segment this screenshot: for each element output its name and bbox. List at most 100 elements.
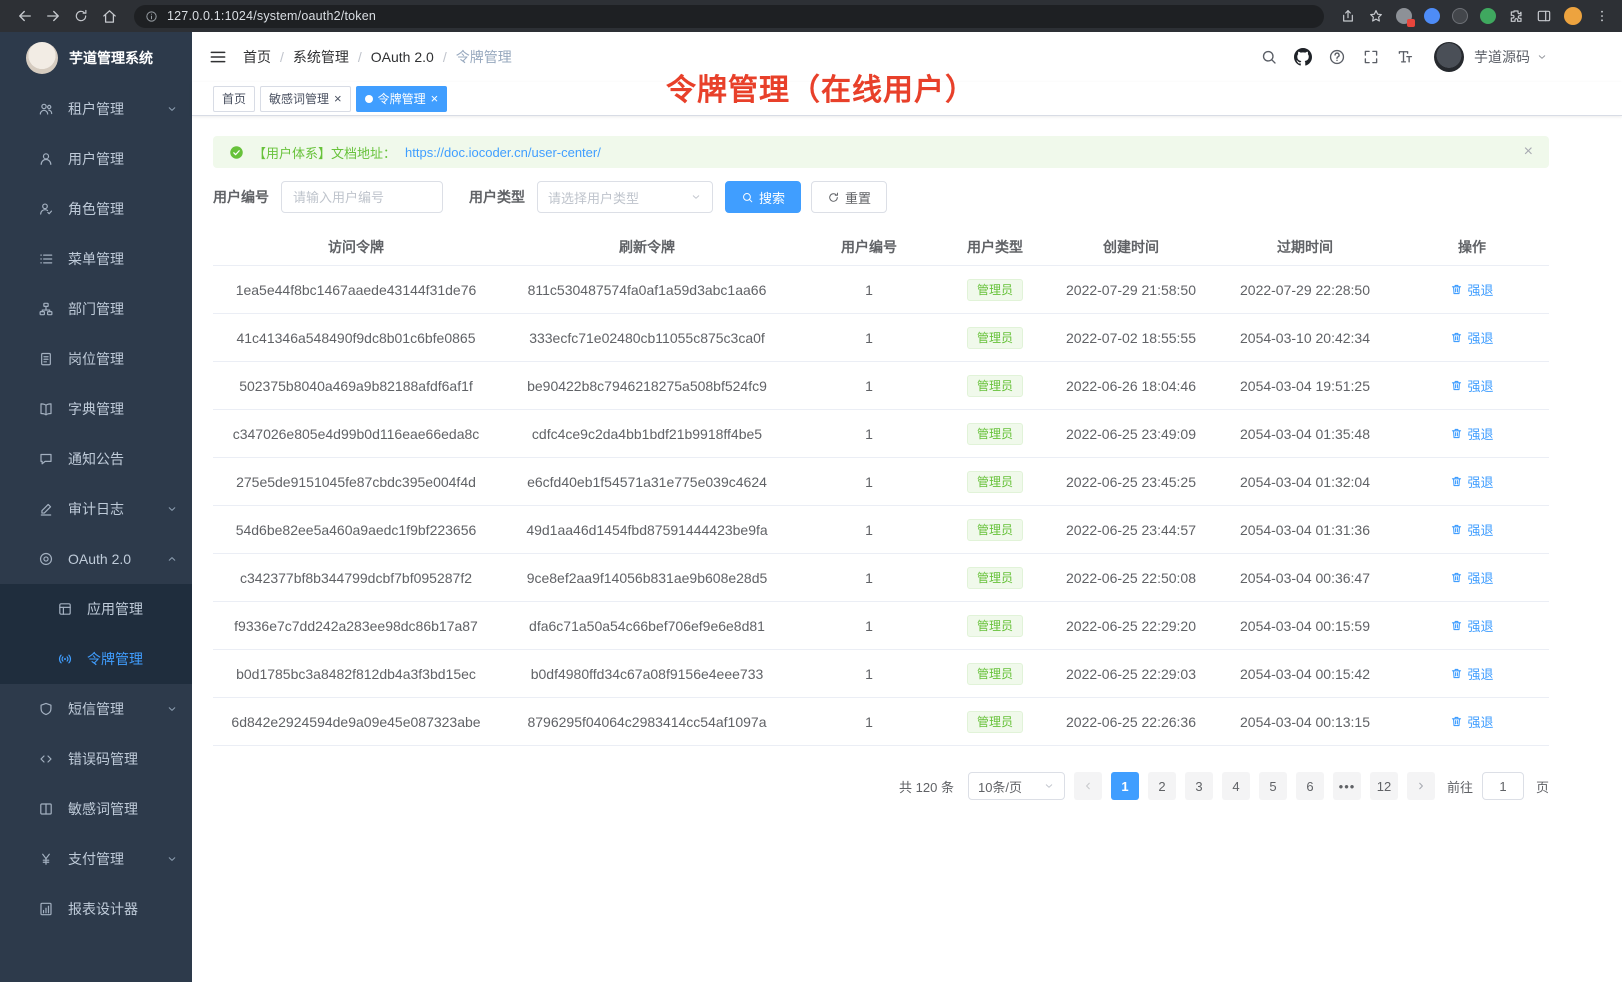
sidebar-item[interactable]: 短信管理 [0,684,192,734]
extension-icon-1[interactable] [1396,8,1412,24]
page-button[interactable]: 5 [1259,772,1287,800]
sidebar-item[interactable]: 应用管理 [0,584,192,634]
select-placeholder: 请选择用户类型 [548,188,639,207]
extension-icon-2[interactable] [1424,8,1440,24]
page-button[interactable]: 2 [1148,772,1176,800]
search-icon[interactable] [1260,48,1278,66]
prev-page-button[interactable] [1074,772,1102,800]
back-button[interactable] [12,3,38,29]
force-logout-button[interactable]: 强退 [1450,376,1493,395]
page-button[interactable]: 3 [1185,772,1213,800]
cell-expire-time: 2054-03-04 01:35:48 [1215,426,1395,442]
sidebar-item[interactable]: 部门管理 [0,284,192,334]
page-button[interactable]: ••• [1333,772,1361,800]
force-logout-button[interactable]: 强退 [1450,616,1493,635]
chevron-right-icon [1415,780,1427,792]
site-info-icon[interactable] [145,10,158,23]
extensions-puzzle-icon[interactable] [1508,8,1524,24]
doc-link[interactable]: https://doc.iocoder.cn/user-center/ [405,145,601,160]
force-logout-button[interactable]: 强退 [1450,712,1493,731]
sidebar-item[interactable]: 令牌管理 [0,634,192,684]
user-id-label: 用户编号 [213,187,269,207]
cell-user-type: 管理员 [943,423,1047,445]
page-button[interactable]: 1 [1111,772,1139,800]
tab[interactable]: 首页 × [213,86,255,112]
share-icon[interactable] [1340,8,1356,24]
table-row: 41c41346a548490f9dc8b01c6bfe0865 333ecfc… [213,314,1549,362]
username[interactable]: 芋道源码 [1474,47,1530,67]
sidebar-item[interactable]: 审计日志 [0,484,192,534]
sidebar-item[interactable]: 报表设计器 [0,884,192,934]
sidebar-item[interactable]: 用户管理 [0,134,192,184]
force-logout-button[interactable]: 强退 [1450,472,1493,491]
sidebar-item[interactable]: 字典管理 [0,384,192,434]
sidebar-item[interactable]: 菜单管理 [0,234,192,284]
force-logout-button[interactable]: 强退 [1450,520,1493,539]
user-id-input[interactable] [281,181,443,213]
chevron-down-icon[interactable] [1536,51,1548,63]
table-row: c347026e805e4d99b0d116eae66eda8c cdfc4ce… [213,410,1549,458]
help-icon[interactable] [1328,48,1346,66]
app-logo[interactable]: 芋道管理系统 [0,32,192,84]
side-panel-icon[interactable] [1536,8,1552,24]
tab[interactable]: 敏感词管理 × [260,86,351,112]
force-logout-button[interactable]: 强退 [1450,664,1493,683]
tab-label: 首页 [222,90,246,107]
forward-button[interactable] [40,3,66,29]
user-avatar[interactable] [1434,42,1464,72]
sidebar-item[interactable]: 角色管理 [0,184,192,234]
breadcrumb-item[interactable]: 首页 [243,47,271,67]
search-button[interactable]: 搜索 [725,181,801,213]
next-page-button[interactable] [1407,772,1435,800]
sidebar-item[interactable]: 岗位管理 [0,334,192,384]
cell-refresh-token: 49d1aa46d1454fbd87591444423be9fa [499,522,795,538]
cell-refresh-token: e6cfd40eb1f54571a31e775e039c4624 [499,474,795,490]
browser-menu-icon[interactable] [1594,8,1610,24]
hamburger-icon[interactable] [208,47,228,67]
force-logout-button[interactable]: 强退 [1450,424,1493,443]
home-button[interactable] [96,3,122,29]
filter-bar: 用户编号 用户类型 请选择用户类型 搜索 重置 [213,181,1549,213]
sidebar-item[interactable]: 敏感词管理 [0,784,192,834]
browser-profile-avatar[interactable] [1564,7,1582,25]
sidebar-item[interactable]: 通知公告 [0,434,192,484]
sidebar-item[interactable]: 错误码管理 [0,734,192,784]
cell-refresh-token: 333ecfc71e02480cb11055c875c3ca0f [499,330,795,346]
font-size-icon[interactable] [1396,48,1414,66]
force-logout-button[interactable]: 强退 [1450,328,1493,347]
sidebar-item[interactable]: 租户管理 [0,84,192,134]
page-size-select[interactable]: 10条/页 [968,772,1065,800]
cell-refresh-token: 8796295f04064c2983414cc54af1097a [499,714,795,730]
cell-access-token: f9336e7c7dd242a283ee98dc86b17a87 [213,618,499,634]
tab-label: 敏感词管理 [269,90,329,107]
breadcrumb-item[interactable]: OAuth 2.0 [371,49,434,65]
trash-icon [1450,283,1463,296]
github-icon[interactable] [1294,48,1312,66]
alert-close-icon[interactable]: × [1524,144,1533,160]
force-logout-button[interactable]: 强退 [1450,280,1493,299]
sidebar-item-label: 用户管理 [68,149,178,169]
breadcrumb-item[interactable]: 系统管理 [293,47,349,67]
close-icon[interactable]: × [334,92,342,105]
sidebar-item[interactable]: 支付管理 [0,834,192,884]
reload-button[interactable] [68,3,94,29]
breadcrumb-separator: / [443,49,447,65]
sidebar-item-label: 部门管理 [68,299,178,319]
bookmark-star-icon[interactable] [1368,8,1384,24]
tab[interactable]: 令牌管理 × [356,86,448,112]
close-icon[interactable]: × [431,92,439,105]
user-type-select[interactable]: 请选择用户类型 [537,181,713,213]
goto-page-input[interactable] [1482,772,1524,800]
page-button[interactable]: 6 [1296,772,1324,800]
cell-access-token: 6d842e2924594de9a09e45e087323abe [213,714,499,730]
extension-icon-4[interactable] [1480,8,1496,24]
page-button[interactable]: 12 [1370,772,1398,800]
force-logout-button[interactable]: 强退 [1450,568,1493,587]
address-bar[interactable]: 127.0.0.1:1024/system/oauth2/token [134,5,1324,28]
sidebar-item[interactable]: OAuth 2.0 [0,534,192,584]
page-button[interactable]: 4 [1222,772,1250,800]
cell-access-token: c342377bf8b344799dcbf7bf095287f2 [213,570,499,586]
fullscreen-icon[interactable] [1362,48,1380,66]
extension-icon-3[interactable] [1452,8,1468,24]
reset-button[interactable]: 重置 [811,181,887,213]
